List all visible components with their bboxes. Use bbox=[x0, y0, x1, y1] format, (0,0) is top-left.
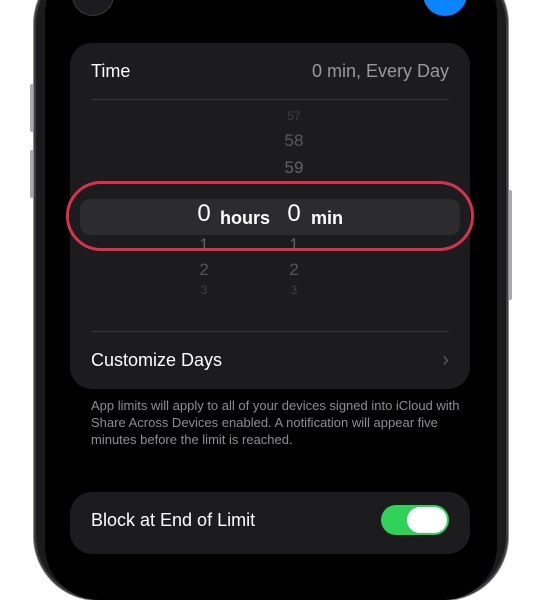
picker-highlight-annotation bbox=[66, 181, 474, 251]
minutes-option[interactable]: 57 bbox=[264, 110, 324, 122]
time-value: 0 min, Every Day bbox=[311, 61, 449, 81]
minutes-option[interactable]: 3 bbox=[264, 284, 324, 296]
confirm-button[interactable] bbox=[423, 0, 467, 16]
phone-side-button-right bbox=[508, 190, 512, 300]
chevron-right-icon: › bbox=[442, 349, 449, 371]
time-row: Time 0 min, Every Day bbox=[91, 43, 449, 100]
block-card: Block at End of Limit bbox=[70, 492, 470, 554]
minutes-option[interactable]: 59 bbox=[264, 159, 324, 176]
back-button[interactable] bbox=[72, 0, 114, 16]
app-limits-footnote: App limits will apply to all of your dev… bbox=[91, 398, 460, 447]
block-at-end-label: Block at End of Limit bbox=[91, 509, 256, 530]
hours-option[interactable]: 3 bbox=[174, 284, 234, 296]
toggle-knob bbox=[407, 507, 447, 533]
customize-days-row[interactable]: Customize Days › bbox=[91, 332, 449, 389]
minutes-option[interactable]: 2 bbox=[264, 261, 324, 278]
time-label: Time bbox=[91, 61, 131, 81]
phone-screen: Time 0 min, Every Day 1 2 3 0 hours 57 5… bbox=[45, 0, 497, 600]
customize-days-label: Customize Days bbox=[91, 350, 223, 370]
hours-option[interactable]: 2 bbox=[174, 261, 234, 278]
block-at-end-toggle[interactable] bbox=[381, 505, 449, 535]
minutes-option[interactable]: 58 bbox=[264, 132, 324, 149]
